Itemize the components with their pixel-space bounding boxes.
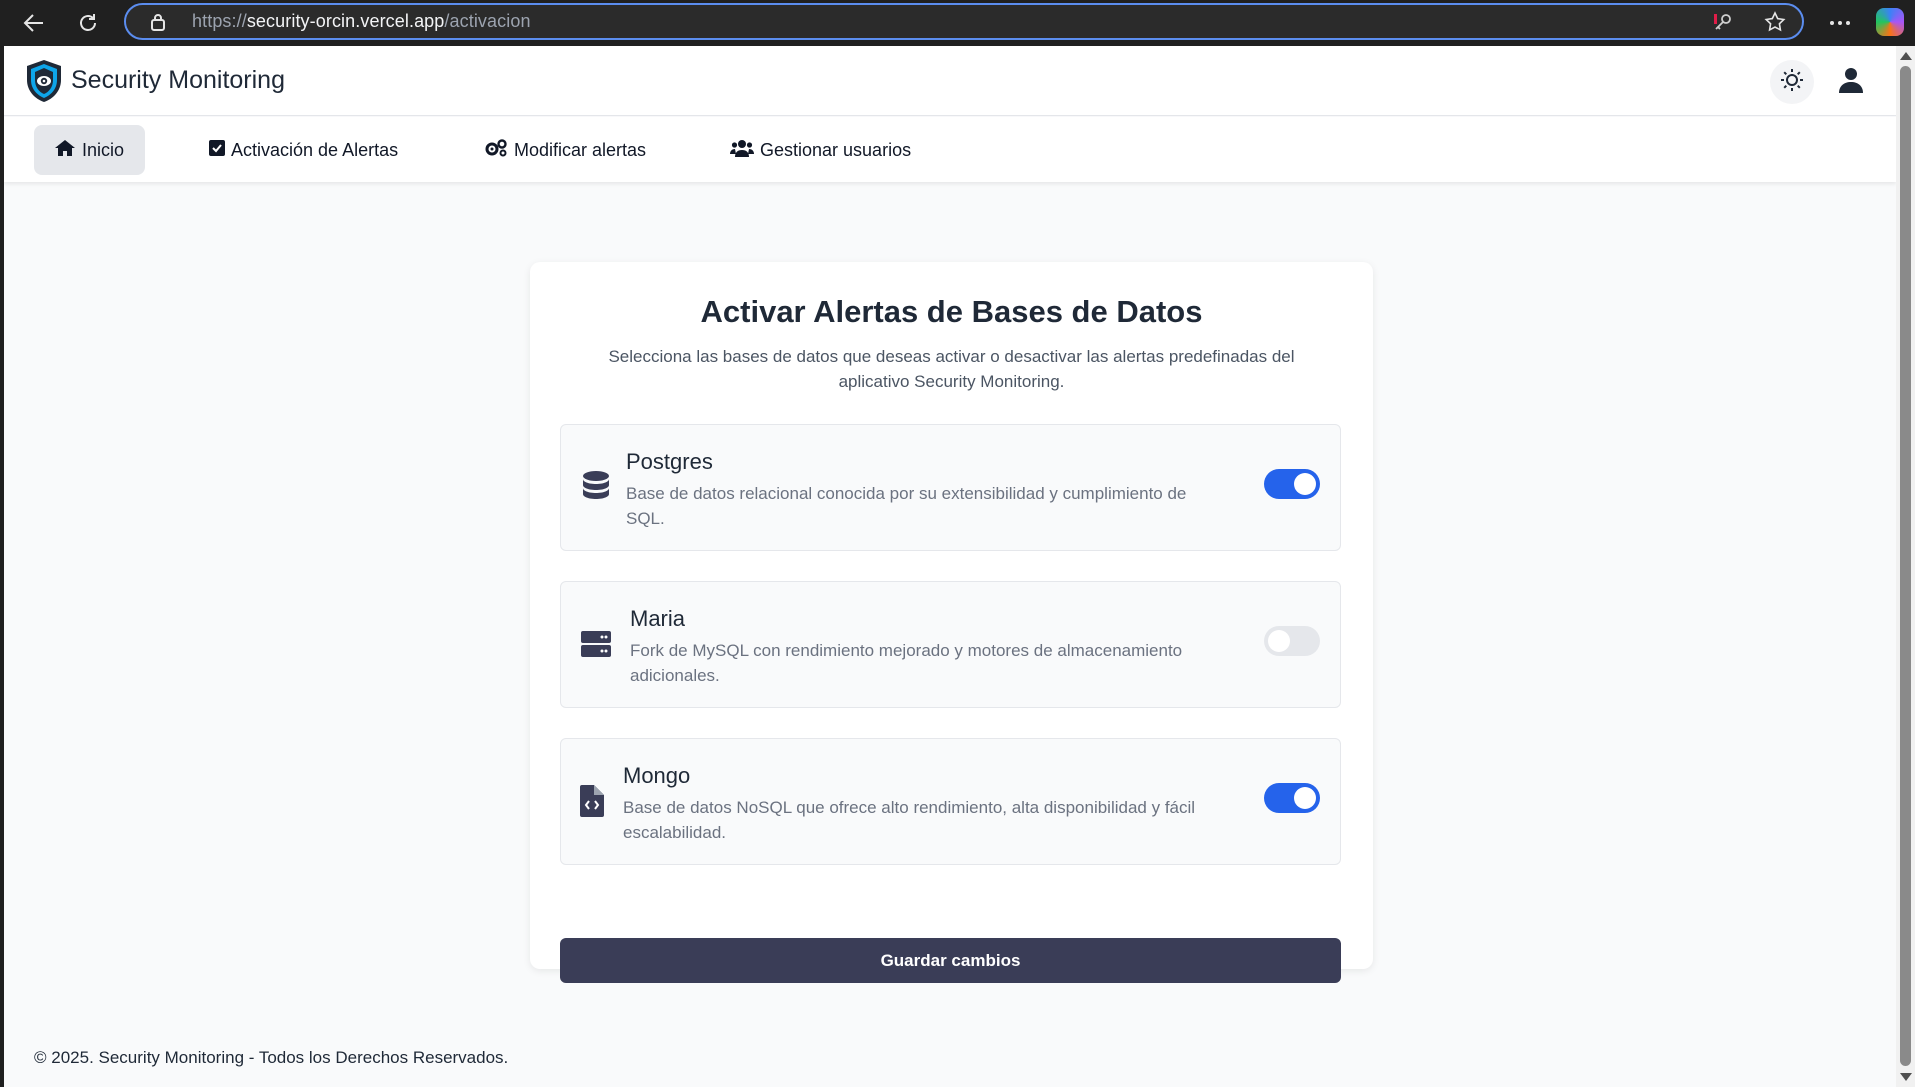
nav-item-label: Activación de Alertas	[231, 139, 399, 160]
database-item-maria: Maria Fork de MySQL con rendimiento mejo…	[560, 581, 1341, 708]
footer-copyright: © 2025. Security Monitoring - Todos los …	[34, 1048, 509, 1067]
app-title: Security Monitoring	[71, 66, 285, 94]
favorite-star-icon[interactable]	[1764, 11, 1786, 37]
checkbox-icon	[209, 139, 225, 161]
scroll-up-arrow-icon[interactable]	[1900, 52, 1912, 60]
theme-toggle-button[interactable]	[1770, 60, 1814, 104]
home-icon	[54, 139, 76, 162]
copilot-icon[interactable]	[1876, 8, 1904, 36]
database-description: Base de datos NoSQL que ofrece alto rend…	[623, 798, 1196, 842]
database-name: Mongo	[623, 763, 691, 788]
browser-toolbar: https://security-orcin.vercel.app/activa…	[0, 0, 1915, 46]
scroll-down-arrow-icon[interactable]	[1900, 1073, 1912, 1081]
database-description: Fork de MySQL con rendimiento mejorado y…	[630, 641, 1183, 685]
nav-item-label: Modificar alertas	[514, 139, 647, 160]
server-icon	[579, 626, 613, 662]
toggle-maria[interactable]	[1264, 626, 1320, 656]
scroll-thumb[interactable]	[1900, 66, 1911, 1066]
nav-item-label: Inicio	[82, 139, 125, 160]
page-scrollbar[interactable]	[1896, 46, 1915, 1087]
file-code-icon	[575, 783, 609, 819]
toggle-knob	[1294, 787, 1316, 809]
users-icon	[730, 139, 754, 162]
main-nav: Inicio Activación de Alertas Modificar a…	[4, 117, 1896, 182]
nav-item-modificar[interactable]: Modificar alertas	[472, 125, 658, 175]
gears-icon	[484, 138, 508, 163]
app-header: Security Monitoring	[4, 46, 1896, 116]
shield-logo-icon	[23, 58, 65, 104]
database-description: Base de datos relacional conocida por su…	[626, 484, 1187, 528]
nav-item-label: Gestionar usuarios	[760, 139, 912, 160]
back-icon[interactable]	[17, 6, 51, 40]
nav-item-inicio[interactable]: Inicio	[34, 125, 145, 175]
database-item-mongo: Mongo Base de datos NoSQL que ofrece alt…	[560, 738, 1341, 865]
lock-icon[interactable]	[148, 12, 168, 32]
url-text[interactable]: https://security-orcin.vercel.app/activa…	[192, 11, 531, 32]
card-description: Selecciona las bases de datos que deseas…	[608, 347, 1295, 391]
user-menu-button[interactable]	[1829, 60, 1873, 104]
card-title: Activar Alertas de Bases de Datos	[700, 294, 1203, 329]
sun-icon	[1780, 68, 1804, 96]
nav-item-activacion[interactable]: Activación de Alertas	[197, 125, 410, 175]
database-name: Postgres	[626, 449, 713, 474]
toggle-postgres[interactable]	[1264, 469, 1320, 499]
activation-card: Activar Alertas de Bases de Datos Selecc…	[530, 262, 1373, 983]
nav-item-gestionar[interactable]: Gestionar usuarios	[718, 125, 923, 175]
database-item-postgres: Postgres Base de datos relacional conoci…	[560, 424, 1341, 551]
save-changes-button[interactable]: Guardar cambios	[560, 938, 1341, 983]
page-viewport: Security Monitoring Inicio Activación de…	[4, 46, 1896, 1087]
database-icon	[579, 469, 613, 505]
user-icon	[1839, 67, 1863, 97]
database-name: Maria	[630, 606, 686, 631]
toggle-mongo[interactable]	[1264, 783, 1320, 813]
more-options-icon[interactable]	[1823, 6, 1857, 40]
toggle-knob	[1294, 473, 1316, 495]
address-bar[interactable]: https://security-orcin.vercel.app/activa…	[124, 3, 1804, 40]
toggle-knob	[1268, 630, 1290, 652]
key-blocked-icon[interactable]	[1712, 12, 1734, 36]
reload-icon[interactable]	[71, 6, 105, 40]
